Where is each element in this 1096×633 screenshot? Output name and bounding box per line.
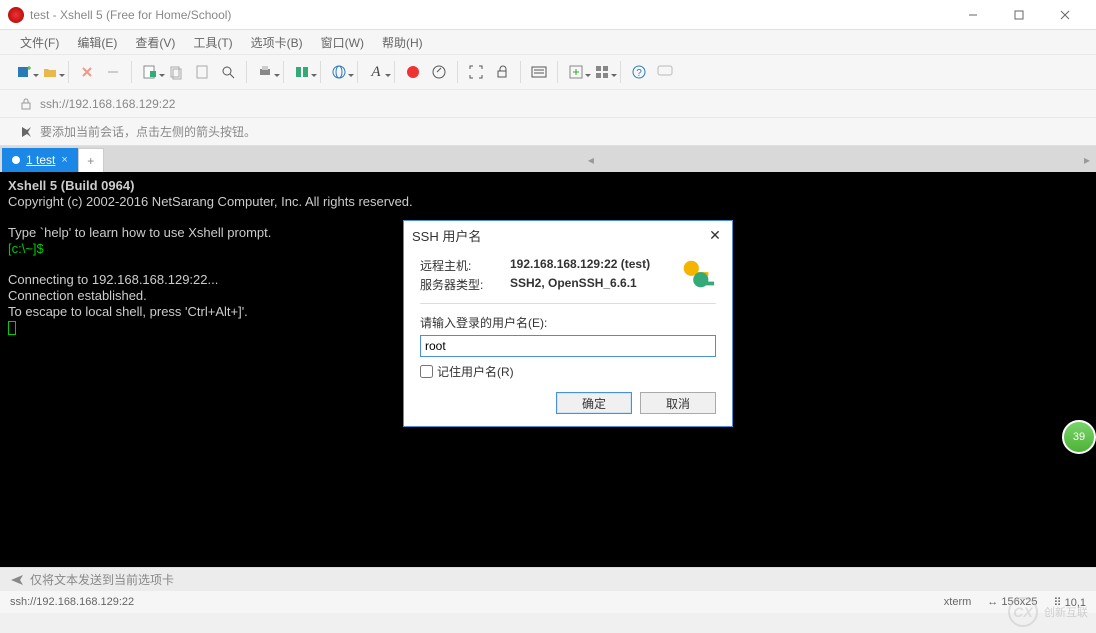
layout-icon[interactable]	[590, 60, 614, 84]
font-icon[interactable]: A	[364, 60, 388, 84]
paste-icon[interactable]	[190, 60, 214, 84]
hint-text: 要添加当前会话，点击左侧的箭头按钮。	[40, 123, 256, 140]
menu-window[interactable]: 窗口(W)	[321, 34, 364, 51]
fullscreen-icon[interactable]	[464, 60, 488, 84]
print-icon[interactable]	[253, 60, 277, 84]
help-icon[interactable]: ?	[627, 60, 651, 84]
feedback-icon[interactable]	[653, 60, 677, 84]
status-term: xterm	[944, 596, 972, 608]
tab-close-icon[interactable]: ×	[61, 154, 67, 166]
menu-file[interactable]: 文件(F)	[20, 34, 59, 51]
menu-tabs[interactable]: 选项卡(B)	[251, 34, 303, 51]
compose-icon[interactable]	[427, 60, 451, 84]
transfer-icon[interactable]	[290, 60, 314, 84]
term-line: Type `help' to learn how to use Xshell p…	[8, 225, 271, 240]
tab-label: 1 test	[26, 153, 55, 167]
tab-scroll-left[interactable]: ◂	[582, 148, 600, 172]
cancel-button[interactable]: 取消	[640, 392, 716, 414]
tab-status-dot	[12, 156, 20, 164]
menu-edit[interactable]: 编辑(E)	[77, 34, 117, 51]
color-scheme-icon[interactable]	[401, 60, 425, 84]
arrow-icon	[20, 125, 34, 139]
ssh-username-dialog: SSH 用户名 ✕ 远程主机:192.168.168.129:22 (test)…	[403, 220, 733, 427]
remember-username-checkbox[interactable]: 记住用户名(R)	[420, 363, 716, 380]
term-line: Connecting to 192.168.168.129:22...	[8, 272, 218, 287]
server-type-label: 服务器类型:	[420, 276, 510, 293]
address-text[interactable]: ssh://192.168.168.129:22	[40, 97, 175, 111]
term-prompt: [c:\~]$	[8, 241, 44, 256]
dialog-titlebar[interactable]: SSH 用户名 ✕	[404, 221, 732, 249]
hint-bar: 要添加当前会话，点击左侧的箭头按钮。	[0, 118, 1096, 146]
keyboard-icon[interactable]	[527, 60, 551, 84]
tab-scroll-right[interactable]: ▸	[1078, 148, 1096, 172]
menu-tools[interactable]: 工具(T)	[193, 34, 232, 51]
menu-bar: 文件(F) 编辑(E) 查看(V) 工具(T) 选项卡(B) 窗口(W) 帮助(…	[0, 30, 1096, 54]
find-icon[interactable]	[216, 60, 240, 84]
send-hint: 仅将文本发送到当前选项卡	[30, 571, 174, 588]
term-line: Copyright (c) 2002-2016 NetSarang Comput…	[8, 194, 413, 209]
remember-checkbox[interactable]	[420, 365, 433, 378]
send-bar: 仅将文本发送到当前选项卡	[0, 567, 1096, 591]
title-bar: test - Xshell 5 (Free for Home/School)	[0, 0, 1096, 30]
add-icon[interactable]	[564, 60, 588, 84]
properties-icon[interactable]	[138, 60, 162, 84]
new-tab-button[interactable]: +	[78, 148, 104, 172]
svg-text:?: ?	[636, 68, 642, 79]
keys-icon	[678, 255, 716, 293]
server-type-value: SSH2, OpenSSH_6.6.1	[510, 276, 637, 293]
cursor	[8, 321, 16, 335]
watermark-text: 创新互联	[1044, 604, 1088, 620]
floating-badge[interactable]: 39	[1062, 420, 1096, 454]
open-icon[interactable]	[38, 60, 62, 84]
term-line: Xshell 5 (Build 0964)	[8, 178, 134, 193]
term-line: To escape to local shell, press 'Ctrl+Al…	[8, 304, 248, 319]
menu-help[interactable]: 帮助(H)	[382, 34, 423, 51]
globe-icon[interactable]	[327, 60, 351, 84]
tab-bar: 1 test × + ◂ ▸	[0, 146, 1096, 172]
watermark-logo: CX	[1008, 597, 1038, 627]
lock-icon[interactable]	[490, 60, 514, 84]
toolbar: A ?	[0, 54, 1096, 90]
tab-test[interactable]: 1 test ×	[2, 148, 78, 172]
ok-button[interactable]: 确定	[556, 392, 632, 414]
status-address: ssh://192.168.168.129:22	[10, 596, 134, 608]
menu-view[interactable]: 查看(V)	[135, 34, 175, 51]
status-bar: ssh://192.168.168.129:22 xterm ↔ 156x25 …	[0, 591, 1096, 613]
remember-label: 记住用户名(R)	[437, 363, 514, 380]
reconnect-icon[interactable]	[75, 60, 99, 84]
username-input[interactable]	[420, 335, 716, 357]
dialog-title: SSH 用户名	[412, 226, 706, 245]
app-icon	[8, 7, 24, 23]
lock-icon	[20, 98, 32, 110]
new-session-icon[interactable]	[12, 60, 36, 84]
watermark: CX 创新互联	[1008, 597, 1088, 627]
minimize-button[interactable]	[950, 1, 996, 29]
term-line: Connection established.	[8, 288, 147, 303]
maximize-button[interactable]	[996, 1, 1042, 29]
window-title: test - Xshell 5 (Free for Home/School)	[30, 8, 950, 22]
disconnect-icon[interactable]	[101, 60, 125, 84]
remote-host-value: 192.168.168.129:22 (test)	[510, 257, 650, 274]
address-bar: ssh://192.168.168.129:22	[0, 90, 1096, 118]
close-button[interactable]	[1042, 1, 1088, 29]
copy-icon[interactable]	[164, 60, 188, 84]
username-prompt: 请输入登录的用户名(E):	[420, 314, 716, 331]
remote-host-label: 远程主机:	[420, 257, 510, 274]
dialog-close-button[interactable]: ✕	[706, 226, 724, 244]
send-icon[interactable]	[10, 573, 24, 587]
